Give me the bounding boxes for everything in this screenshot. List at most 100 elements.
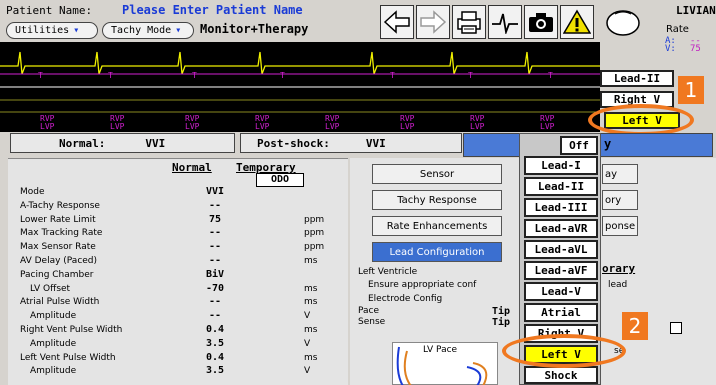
nav-sensor[interactable]: Sensor <box>372 164 502 184</box>
menu-item-lead-avf[interactable]: Lead-aVF <box>524 261 598 280</box>
param-normal-value[interactable]: 3.5 <box>198 365 232 376</box>
tab-normal[interactable]: Normal: VVI <box>10 133 235 153</box>
lv-pace-diagram: LV Pace <box>392 342 498 385</box>
param-label: Mode <box>20 187 45 197</box>
param-unit: ppm <box>304 228 325 239</box>
brand-label: LIVIAN <box>676 4 716 17</box>
param-label: Lower Rate Limit <box>20 214 96 225</box>
pace-label: Pace <box>358 306 380 316</box>
ecg-button[interactable] <box>488 5 522 39</box>
param-normal-value[interactable]: 3.5 <box>198 338 232 349</box>
menu-item-lead-ii[interactable]: Lead-II <box>524 177 598 196</box>
camera-icon <box>529 13 553 32</box>
wand-button[interactable] <box>604 8 642 38</box>
parameters-panel: Normal Temporary ODO Mode VVI A-Tachy Resp… <box>8 158 348 385</box>
rate-v-label: V: <box>665 44 676 54</box>
svg-text:T: T <box>548 71 553 80</box>
utilities-menu-button[interactable]: Utilities ▾ <box>6 22 98 39</box>
snapshot-button[interactable] <box>524 5 558 39</box>
param-label: Amplitude <box>30 311 77 322</box>
rate-v-value: 75 <box>690 44 701 54</box>
param-normal-value[interactable]: 0.4 <box>198 324 232 335</box>
nav-tachy-response[interactable]: Tachy Response <box>372 190 502 210</box>
param-normal-value[interactable]: -- <box>198 310 232 321</box>
heart-lead-icon <box>396 346 488 385</box>
option-checkbox[interactable] <box>670 322 682 334</box>
alert-button[interactable] <box>560 5 594 39</box>
tab-post-shock[interactable]: Post-shock: VVI <box>240 133 462 153</box>
callout-ring-1 <box>588 104 694 136</box>
sense-value: Tip <box>492 317 511 328</box>
svg-text:T: T <box>280 71 285 80</box>
menu-item-lead-avr[interactable]: Lead-aVR <box>524 219 598 238</box>
param-normal-value[interactable]: 0.4 <box>198 352 232 363</box>
menu-item-lead-i[interactable]: Lead-I <box>524 156 598 175</box>
menu-item-atrial[interactable]: Atrial <box>524 303 598 322</box>
param-normal-value[interactable]: -- <box>198 296 232 307</box>
lv-lead-fragment: lead <box>608 280 628 290</box>
wand-icon <box>606 10 640 36</box>
param-normal-value[interactable]: BiV <box>198 269 232 280</box>
tab-normal-value: VVI <box>145 136 166 150</box>
param-label: Max Sensor Rate <box>20 242 96 253</box>
back-arrow-button[interactable] <box>380 5 414 39</box>
temporary-column-fragment: orary <box>602 262 636 275</box>
forward-arrow-button[interactable] <box>416 5 450 39</box>
chevron-down-icon: ▾ <box>73 25 80 36</box>
warning-icon <box>563 9 591 34</box>
callout-badge-1: 1 <box>678 76 704 104</box>
tab-post-shock-value: VVI <box>365 136 386 150</box>
arrow-right-icon <box>420 10 447 34</box>
menu-item-shock[interactable]: Shock <box>524 366 598 384</box>
menu-item-off[interactable]: Off <box>560 136 598 155</box>
svg-text:T: T <box>108 71 113 80</box>
param-label: Left Vent Pulse Width <box>20 352 116 363</box>
sense-label: Sense <box>358 317 386 327</box>
callout-ring-2 <box>502 334 626 368</box>
menu-item-lead-v[interactable]: Lead-V <box>524 282 598 301</box>
param-normal-value[interactable]: -- <box>198 241 232 252</box>
temporary-mode-field[interactable]: ODO <box>256 173 304 187</box>
param-unit: ppm <box>304 242 325 253</box>
svg-text:LVP: LVP <box>40 122 55 131</box>
ecg-traces: T T T T T T T RVPLVP RVPLVP RVPLVP RVPLVP RVPL… <box>0 51 600 131</box>
utilities-label: Utilities <box>15 25 70 36</box>
param-normal-value[interactable]: VVI <box>198 186 232 197</box>
param-normal-value[interactable]: -- <box>198 227 232 238</box>
column-header-normal: Normal <box>172 161 212 174</box>
menu-item-lead-avl[interactable]: Lead-aVL <box>524 240 598 259</box>
heartbeat-icon <box>492 13 518 34</box>
chevron-down-icon: ▾ <box>175 25 182 36</box>
param-normal-value[interactable]: -- <box>198 255 232 266</box>
nav-rate-enhancements[interactable]: Rate Enhancements <box>372 216 502 236</box>
svg-text:T: T <box>192 71 197 80</box>
lv-instruction-text: Ensure appropriate conf <box>368 280 477 290</box>
param-unit: ppm <box>304 214 325 225</box>
svg-text:T: T <box>468 71 473 80</box>
svg-text:LVP: LVP <box>185 122 200 131</box>
patient-name-value[interactable]: Please Enter Patient Name <box>122 3 303 17</box>
tachy-mode-label: Tachy Mode <box>111 25 172 36</box>
nav-lead-configuration[interactable]: Lead Configuration <box>372 242 502 262</box>
patient-name-label: Patient Name: <box>6 4 93 17</box>
section-title-left-ventricle: Left Ventricle <box>358 267 418 277</box>
nav-side-delay[interactable]: ay <box>602 164 638 184</box>
menu-item-lead-iii[interactable]: Lead-III <box>524 198 598 217</box>
param-normal-value[interactable]: -- <box>198 200 232 211</box>
tachy-mode-button[interactable]: Tachy Mode ▾ <box>102 22 194 39</box>
pace-value: Tip <box>492 306 511 317</box>
ecg-strip: T T T T T T T RVP LVP RVP LVP RVP LVP RVP LVP RVP L… <box>0 42 600 132</box>
lead-ii-button[interactable]: Lead-II <box>600 70 674 87</box>
print-button[interactable] <box>452 5 486 39</box>
param-label: Amplitude <box>30 366 77 377</box>
param-normal-value[interactable]: 75 <box>198 214 232 225</box>
nav-side-history[interactable]: ory <box>602 190 638 210</box>
param-normal-value[interactable]: -70 <box>198 283 232 294</box>
svg-text:LVP: LVP <box>400 122 415 131</box>
ecg-trace-top <box>0 51 600 75</box>
svg-text:LVP: LVP <box>110 122 125 131</box>
param-label: AV Delay (Paced) <box>20 256 98 266</box>
nav-side-response[interactable]: ponse <box>602 216 638 236</box>
ecg-pace-markers: RVPLVP RVPLVP RVPLVP RVPLVP RVPLVP RVPLV… <box>40 114 555 131</box>
svg-text:T: T <box>390 71 395 80</box>
